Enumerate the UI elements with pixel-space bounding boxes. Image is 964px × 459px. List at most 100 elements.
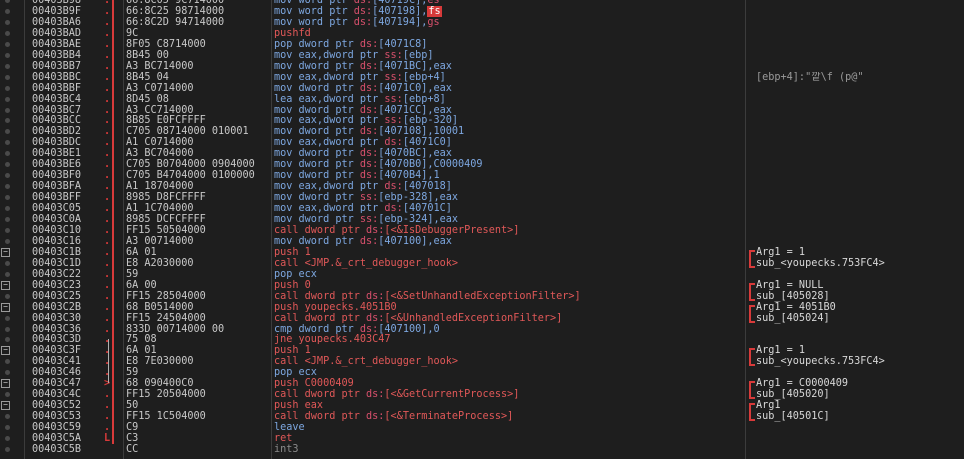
breakpoint-dot-icon[interactable] (5, 315, 10, 321)
disasm-row[interactable]: −00403C3F.6A 01push 1Arg1 = 1 (0, 345, 964, 356)
bytes-cell[interactable]: 68 090400C0 (126, 378, 268, 389)
disasm-row[interactable]: −00403C47 >68 090400C0 push C0000409 Arg1 =… (0, 378, 964, 389)
breakpoint-dot-icon[interactable] (5, 74, 10, 80)
gutter[interactable] (0, 422, 18, 433)
breakpoint-dot-icon[interactable] (5, 436, 10, 441)
disasm-row[interactable]: 00403C05. A1 1C704000 mov eax,dword ptr ds… (0, 203, 964, 214)
gutter[interactable] (0, 411, 18, 422)
instruction-cell[interactable]: ret (274, 433, 744, 444)
disasm-row[interactable]: 00403C36. 833D 00714000 00 cmp dword ptr d… (0, 324, 964, 335)
breakpoint-dot-icon[interactable] (5, 195, 10, 201)
collapse-icon[interactable]: − (1, 346, 10, 356)
disasm-row[interactable]: 00403BE1. A3 BC704000 mov dword ptr ds:[40… (0, 148, 964, 159)
instruction-cell[interactable]: mov dword ptr ds:[4070BC],eax (274, 148, 744, 159)
gutter[interactable] (0, 313, 18, 324)
instruction-cell[interactable]: pushfd (274, 28, 744, 39)
disasm-row[interactable]: 00403C25. FF15 28504000 call dword ptr ds:… (0, 291, 964, 302)
comment-cell[interactable]: sub_[405024] (756, 313, 961, 324)
bytes-cell[interactable]: 833D 00714000 00 (126, 324, 268, 335)
disasm-row[interactable]: 00403B9F. 66:8C25 98714000 mov word ptr ds… (0, 5, 964, 17)
instruction-cell[interactable]: call dword ptr ds:[<&TerminateProcess>] (274, 411, 744, 422)
gutter[interactable] (0, 126, 18, 137)
breakpoint-dot-icon[interactable] (5, 184, 10, 190)
bytes-cell[interactable]: 6A 01 (126, 345, 268, 356)
gutter[interactable] (0, 444, 18, 455)
bytes-cell[interactable]: 68 B0514000 (126, 302, 268, 313)
instruction-cell[interactable]: mov dword ptr ss:[ebp-324],eax (274, 214, 744, 225)
bytes-cell[interactable]: 6A 01 (126, 247, 268, 258)
bytes-cell[interactable]: A1 C0714000 (126, 137, 268, 148)
bytes-cell[interactable]: C9 (126, 422, 268, 433)
breakpoint-dot-icon[interactable] (5, 85, 10, 91)
bytes-cell[interactable]: FF15 1C504000 (126, 411, 268, 422)
disasm-row[interactable]: 00403C1D. E8 A2030000 call <JMP.&_crt_debu… (0, 258, 964, 269)
gutter[interactable]: − (0, 247, 18, 258)
instruction-cell[interactable]: push eax (274, 400, 744, 411)
instruction-cell[interactable]: pop ecx (274, 367, 744, 378)
comment-cell[interactable]: Arg1 = 4051B0 (756, 302, 961, 313)
breakpoint-dot-icon[interactable] (5, 260, 10, 266)
instruction-cell[interactable]: lea eax,dword ptr ss:[ebp+8] (274, 94, 744, 105)
breakpoint-dot-icon[interactable] (5, 337, 10, 343)
comment-cell[interactable]: sub_[405028] (756, 291, 961, 302)
breakpoint-dot-icon[interactable] (5, 107, 10, 113)
disasm-row[interactable]: 00403BCC. 8B85 E0FCFFFF mov eax,dword ptr … (0, 115, 964, 126)
bytes-cell[interactable]: 59 (126, 367, 268, 378)
gutter[interactable] (0, 105, 18, 116)
bytes-cell[interactable]: C705 08714000 010001 (126, 126, 268, 137)
disasm-row[interactable]: 00403BC4. 8D45 08 lea eax,dword ptr ss:[eb… (0, 94, 964, 105)
collapse-icon[interactable]: − (1, 302, 10, 312)
bytes-cell[interactable]: A3 C0714000 (126, 83, 268, 94)
bytes-cell[interactable]: 8985 DCFCFFFF (126, 214, 268, 225)
instruction-cell[interactable]: jne youpecks.403C47 (274, 334, 744, 345)
bytes-cell[interactable]: 66:8C2D 94714000 (126, 17, 268, 28)
instruction-cell[interactable]: mov eax,dword ptr ss:[ebp] (274, 50, 744, 61)
breakpoint-dot-icon[interactable] (5, 359, 10, 365)
disasm-row[interactable]: −00403C2B. 68 B0514000 push youpecks.4051B… (0, 302, 964, 313)
bytes-cell[interactable]: A3 BC714000 (126, 61, 268, 72)
disasm-row[interactable]: 00403BFF. 8985 D8FCFFFF mov dword ptr ss:[… (0, 192, 964, 203)
comment-cell[interactable]: sub_[40501C] (756, 411, 961, 422)
disasm-row[interactable]: 00403BAD. 9C pushfd (0, 28, 964, 39)
breakpoint-dot-icon[interactable] (5, 392, 10, 398)
bytes-cell[interactable]: 8B45 04 (126, 72, 268, 83)
bytes-cell[interactable]: A1 1C704000 (126, 203, 268, 214)
breakpoint-dot-icon[interactable] (5, 217, 10, 222)
bytes-cell[interactable]: A3 BC704000 (126, 148, 268, 159)
gutter[interactable] (0, 269, 18, 280)
breakpoint-dot-icon[interactable] (5, 162, 10, 168)
gutter[interactable] (0, 334, 18, 345)
comment-cell[interactable]: Arg1 (756, 400, 961, 411)
disasm-row[interactable]: 00403C5B CC int3 (0, 444, 964, 455)
collapse-icon[interactable]: − (1, 401, 10, 411)
gutter[interactable] (0, 72, 18, 83)
instruction-cell[interactable]: pop dword ptr ds:[4071C8] (274, 39, 744, 50)
disasm-row[interactable]: 00403BB7. A3 BC714000 mov dword ptr ds:[40… (0, 61, 964, 72)
disasm-row[interactable]: 00403C5A L. C3 ret (0, 433, 964, 444)
instruction-cell[interactable]: push 0 (274, 280, 744, 291)
gutter[interactable] (0, 170, 18, 181)
breakpoint-dot-icon[interactable] (5, 41, 10, 47)
bytes-cell[interactable]: 8F05 C8714000 (126, 39, 268, 50)
breakpoint-dot-icon[interactable] (5, 414, 10, 420)
disasm-row[interactable]: −00403C1B. 6A 01 push 1 Arg1 = 1 (0, 247, 964, 258)
disasm-row[interactable]: 00403BBC. 8B45 04 mov eax,dword ptr ss:[eb… (0, 72, 964, 83)
instruction-cell[interactable]: mov eax,dword ptr ds:[407018] (274, 181, 744, 192)
instruction-cell[interactable]: mov dword ptr ds:[4071CC],eax (274, 105, 744, 116)
instruction-cell[interactable]: mov eax,dword ptr ds:[40701C] (274, 203, 744, 214)
disasm-row[interactable]: 00403BE6. C705 B0704000 0904000 mov dword … (0, 159, 964, 170)
bytes-cell[interactable]: 75 08 (126, 334, 268, 345)
disasm-row[interactable]: 00403BB4. 8B45 00 mov eax,dword ptr ss:[eb… (0, 50, 964, 61)
gutter[interactable] (0, 115, 18, 126)
gutter[interactable] (0, 236, 18, 247)
collapse-icon[interactable]: − (1, 247, 10, 257)
gutter[interactable] (0, 6, 18, 17)
disasm-row[interactable]: 00403C30. FF15 24504000 call dword ptr ds:… (0, 313, 964, 324)
disassembly-view[interactable]: 00403B98. 66:8C05 9C714000 mov word ptr ds… (0, 0, 964, 459)
bytes-cell[interactable]: FF15 20504000 (126, 389, 268, 400)
disasm-row[interactable]: 00403C3D.75 08jne youpecks.403C47 (0, 334, 964, 345)
breakpoint-dot-icon[interactable] (5, 129, 10, 135)
gutter[interactable] (0, 39, 18, 50)
bytes-cell[interactable]: A1 18704000 (126, 181, 268, 192)
instruction-cell[interactable]: push youpecks.4051B0 (274, 302, 744, 313)
